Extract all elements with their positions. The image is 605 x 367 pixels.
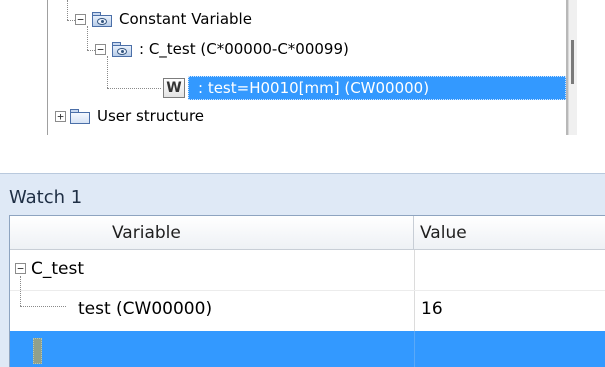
column-header-variable[interactable]: Variable (10, 216, 414, 250)
column-header-variable-label: Variable (112, 223, 181, 243)
value-cell: 16 (421, 299, 443, 319)
watch-window: Watch 1 Variable Value − C_test test (CW… (0, 163, 605, 367)
tree-guide-line (67, 20, 75, 21)
constant-folder-icon (91, 11, 113, 28)
watch-variable-icon: W (163, 78, 185, 98)
tree-item-user-structure[interactable]: User structure (97, 106, 204, 126)
table-row[interactable]: − C_test (10, 251, 605, 285)
collapse-toggle-icon[interactable]: − (95, 44, 106, 55)
table-row[interactable]: test (CW00000) 16 (10, 292, 605, 326)
table-row-new-selected[interactable] (10, 331, 605, 367)
scrollbar-thumb[interactable] (571, 40, 574, 84)
row-divider (10, 290, 605, 291)
constant-folder-icon (111, 41, 133, 58)
watch-panel: Watch 1 Variable Value − C_test test (CW… (0, 173, 605, 367)
tree-guide-line (87, 50, 95, 51)
expand-toggle-icon[interactable]: + (55, 111, 66, 122)
collapse-toggle-icon[interactable]: − (15, 263, 26, 274)
column-header-value[interactable]: Value (414, 216, 605, 250)
watch-title: Watch 1 (9, 187, 83, 208)
tree-guide-line (87, 26, 88, 50)
variable-tree: − Constant Variable − : C_test (C*00000-… (0, 0, 605, 148)
variable-cell: C_test (31, 259, 85, 279)
watch-grid[interactable]: Variable Value − C_test test (CW00000) 1… (9, 215, 605, 367)
edit-cursor[interactable] (33, 338, 42, 364)
column-header-value-label: Value (420, 223, 467, 243)
collapse-toggle-icon[interactable]: − (75, 14, 86, 25)
tree-item-c-test[interactable]: : C_test (C*00000-C*00099) (139, 39, 349, 59)
tree-guide-line (67, 0, 68, 20)
variable-cell: test (CW00000) (78, 299, 213, 319)
tree-left-border (47, 0, 48, 135)
structure-folder-icon (69, 108, 91, 125)
tree-guide-line (107, 56, 108, 88)
tree-item-constant-variable[interactable]: Constant Variable (119, 9, 252, 29)
tree-guide-line (107, 88, 161, 89)
tree-scrollbar[interactable] (568, 0, 577, 135)
tree-item-test-selected[interactable]: : test=H0010[mm] (CW00000) (188, 76, 566, 100)
